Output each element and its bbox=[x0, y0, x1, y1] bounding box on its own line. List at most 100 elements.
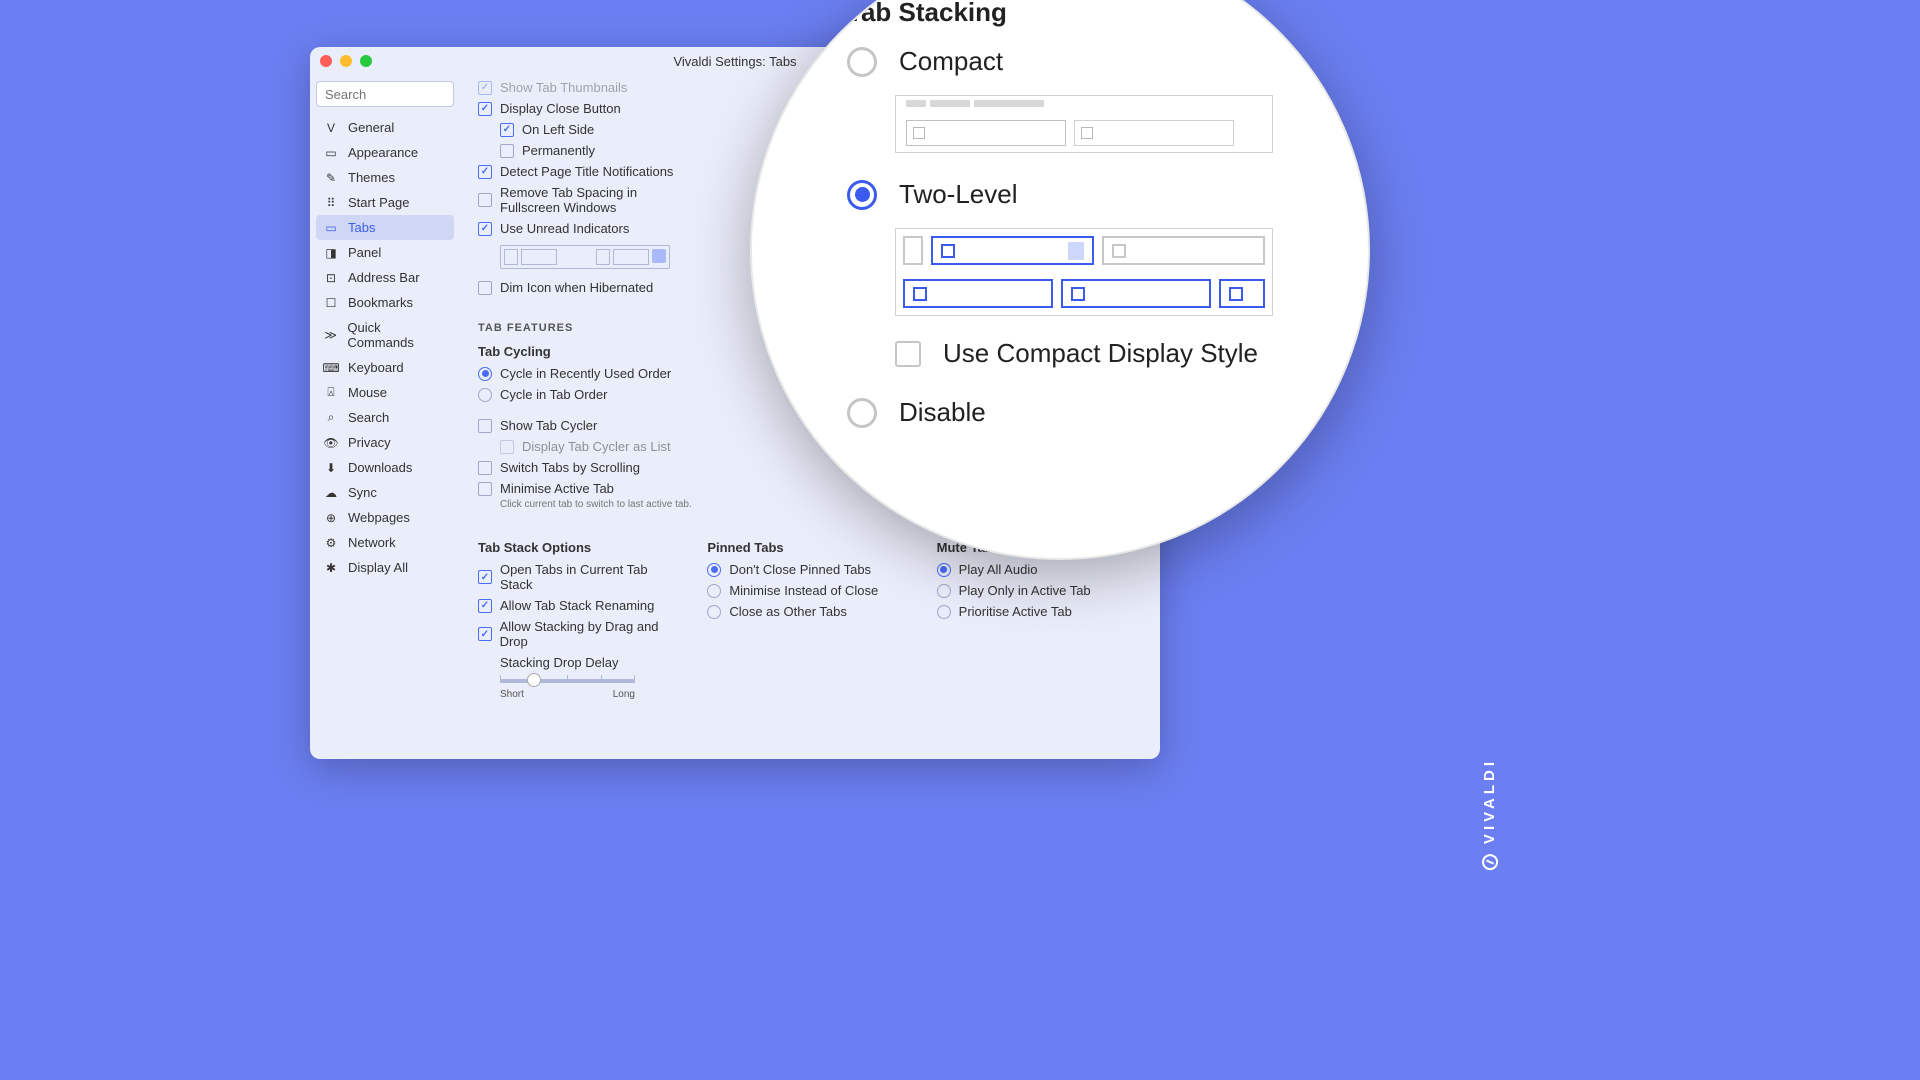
sidebar-item-privacy[interactable]: 👁Privacy bbox=[316, 430, 454, 455]
option-label: Switch Tabs by Scrolling bbox=[500, 460, 640, 475]
sidebar-item-webpages[interactable]: ⊕Webpages bbox=[316, 505, 454, 530]
cycle-recent-row[interactable]: Cycle in Recently Used Order bbox=[478, 363, 798, 384]
sidebar-item-label: Tabs bbox=[348, 220, 375, 235]
option-label: Compact bbox=[899, 46, 1003, 77]
sidebar-item-bookmarks[interactable]: ☐Bookmarks bbox=[316, 290, 454, 315]
cycle-order-row[interactable]: Cycle in Tab Order bbox=[478, 384, 798, 405]
checkbox-icon bbox=[478, 627, 492, 641]
radio-icon bbox=[847, 47, 877, 77]
checkbox-icon bbox=[478, 193, 492, 207]
sidebar-item-mouse[interactable]: ⍓Mouse bbox=[316, 380, 454, 405]
sidebar-item-label: Search bbox=[348, 410, 389, 425]
option-label: Two-Level bbox=[899, 179, 1018, 210]
sidebar-item-label: Privacy bbox=[348, 435, 391, 450]
quick-commands-icon: ≫ bbox=[324, 328, 337, 342]
option-label: Remove Tab Spacing in Fullscreen Windows bbox=[500, 185, 640, 215]
option-label: Disable bbox=[899, 397, 986, 428]
sidebar-item-address-bar[interactable]: ⊡ Address Bar bbox=[316, 265, 454, 290]
sidebar-item-downloads[interactable]: ⬇Downloads bbox=[316, 455, 454, 480]
unread-preview bbox=[500, 245, 670, 269]
option-label: Don't Close Pinned Tabs bbox=[729, 562, 871, 577]
drop-delay-slider[interactable]: ShortLong bbox=[500, 679, 635, 700]
option-label: Close as Other Tabs bbox=[729, 604, 847, 619]
sidebar-item-themes[interactable]: ✎Themes bbox=[316, 165, 454, 190]
search-input[interactable] bbox=[316, 81, 454, 107]
pinned-close-other-row[interactable]: Close as Other Tabs bbox=[707, 601, 912, 622]
mute-active-only-row[interactable]: Play Only in Active Tab bbox=[937, 580, 1142, 601]
checkbox-icon bbox=[478, 482, 492, 496]
window-title: Vivaldi Settings: Tabs bbox=[673, 54, 796, 69]
option-label: Show Tab Cycler bbox=[500, 418, 597, 433]
sidebar-item-label: Webpages bbox=[348, 510, 410, 525]
sidebar-item-label: Downloads bbox=[348, 460, 412, 475]
sidebar-item-start-page[interactable]: ⠿Start Page bbox=[316, 190, 454, 215]
themes-icon: ✎ bbox=[324, 171, 338, 185]
sidebar-item-sync[interactable]: ☁Sync bbox=[316, 480, 454, 505]
sidebar-item-label: General bbox=[348, 120, 394, 135]
use-compact-style-option[interactable]: Use Compact Display Style bbox=[895, 338, 1273, 369]
option-label: Detect Page Title Notifications bbox=[500, 164, 673, 179]
sidebar-item-quick-commands[interactable]: ≫ Quick Commands bbox=[316, 315, 454, 355]
mute-prioritise-row[interactable]: Prioritise Active Tab bbox=[937, 601, 1142, 622]
radio-icon bbox=[478, 367, 492, 381]
pinned-header: Pinned Tabs bbox=[707, 540, 912, 555]
option-label: Display Close Button bbox=[500, 101, 621, 116]
slider-max: Long bbox=[613, 689, 635, 700]
compact-diagram bbox=[895, 95, 1273, 153]
stack-drag-row[interactable]: Allow Stacking by Drag and Drop bbox=[478, 616, 683, 652]
slider-thumb[interactable] bbox=[527, 673, 541, 687]
minimize-window-button[interactable] bbox=[340, 55, 352, 67]
checkbox-icon bbox=[478, 222, 492, 236]
sidebar-item-search[interactable]: ⌕Search bbox=[316, 405, 454, 430]
sidebar-item-label: Address Bar bbox=[348, 270, 420, 285]
pinned-dont-close-row[interactable]: Don't Close Pinned Tabs bbox=[707, 559, 912, 580]
stack-open-row[interactable]: Open Tabs in Current Tab Stack bbox=[478, 559, 683, 595]
sidebar-item-keyboard[interactable]: ⌨Keyboard bbox=[316, 355, 454, 380]
option-label: Allow Stacking by Drag and Drop bbox=[500, 619, 684, 649]
display-all-icon: ✱ bbox=[324, 561, 338, 575]
option-label: Permanently bbox=[522, 143, 595, 158]
stacking-compact-option[interactable]: Compact bbox=[847, 46, 1273, 77]
stack-delay-label: Stacking Drop Delay bbox=[500, 652, 683, 673]
close-window-button[interactable] bbox=[320, 55, 332, 67]
maximize-window-button[interactable] bbox=[360, 55, 372, 67]
vivaldi-logo-icon bbox=[1482, 854, 1498, 870]
tabs-icon: ▭ bbox=[324, 221, 338, 235]
cycler-list-row[interactable]: Display Tab Cycler as List bbox=[500, 436, 798, 457]
keyboard-icon: ⌨ bbox=[324, 361, 338, 375]
stacking-two-level-option[interactable]: Two-Level bbox=[847, 179, 1273, 210]
checkbox-icon bbox=[478, 81, 492, 95]
vivaldi-brand: VIVALDI bbox=[1481, 758, 1498, 870]
radio-icon bbox=[937, 584, 951, 598]
option-label: Cycle in Recently Used Order bbox=[500, 366, 671, 381]
sidebar-item-display-all[interactable]: ✱Display All bbox=[316, 555, 454, 580]
sidebar-item-tabs[interactable]: ▭ Tabs bbox=[316, 215, 454, 240]
option-label: Dim Icon when Hibernated bbox=[500, 280, 653, 295]
sidebar: VGeneral▭Appearance✎Themes⠿Start Page ▭ Ta… bbox=[310, 75, 460, 759]
sidebar-item-general[interactable]: VGeneral bbox=[316, 115, 454, 140]
sidebar-item-network[interactable]: ⚙Network bbox=[316, 530, 454, 555]
pinned-minimise-row[interactable]: Minimise Instead of Close bbox=[707, 580, 912, 601]
sidebar-item-appearance[interactable]: ▭Appearance bbox=[316, 140, 454, 165]
checkbox-icon bbox=[500, 440, 514, 454]
sidebar-item-panel[interactable]: ◨Panel bbox=[316, 240, 454, 265]
minimise-active-row[interactable]: Minimise Active Tab bbox=[478, 478, 798, 499]
stacking-disable-option[interactable]: Disable bbox=[847, 397, 1273, 428]
scroll-switch-row[interactable]: Switch Tabs by Scrolling bbox=[478, 457, 798, 478]
sidebar-item-label: Quick Commands bbox=[347, 320, 446, 350]
mute-play-all-row[interactable]: Play All Audio bbox=[937, 559, 1142, 580]
option-label: Allow Tab Stack Renaming bbox=[500, 598, 654, 613]
sidebar-item-label: Network bbox=[348, 535, 396, 550]
sidebar-item-label: Mouse bbox=[348, 385, 387, 400]
radio-icon bbox=[937, 605, 951, 619]
radio-icon bbox=[847, 398, 877, 428]
minimise-helper: Click current tab to switch to last acti… bbox=[500, 499, 798, 510]
radio-icon bbox=[707, 605, 721, 619]
stack-rename-row[interactable]: Allow Tab Stack Renaming bbox=[478, 595, 683, 616]
show-cycler-row[interactable]: Show Tab Cycler bbox=[478, 415, 798, 436]
checkbox-icon bbox=[478, 419, 492, 433]
sidebar-item-label: Panel bbox=[348, 245, 381, 260]
traffic-lights bbox=[320, 55, 372, 67]
address-bar-icon: ⊡ bbox=[324, 271, 338, 285]
checkbox-icon bbox=[478, 281, 492, 295]
